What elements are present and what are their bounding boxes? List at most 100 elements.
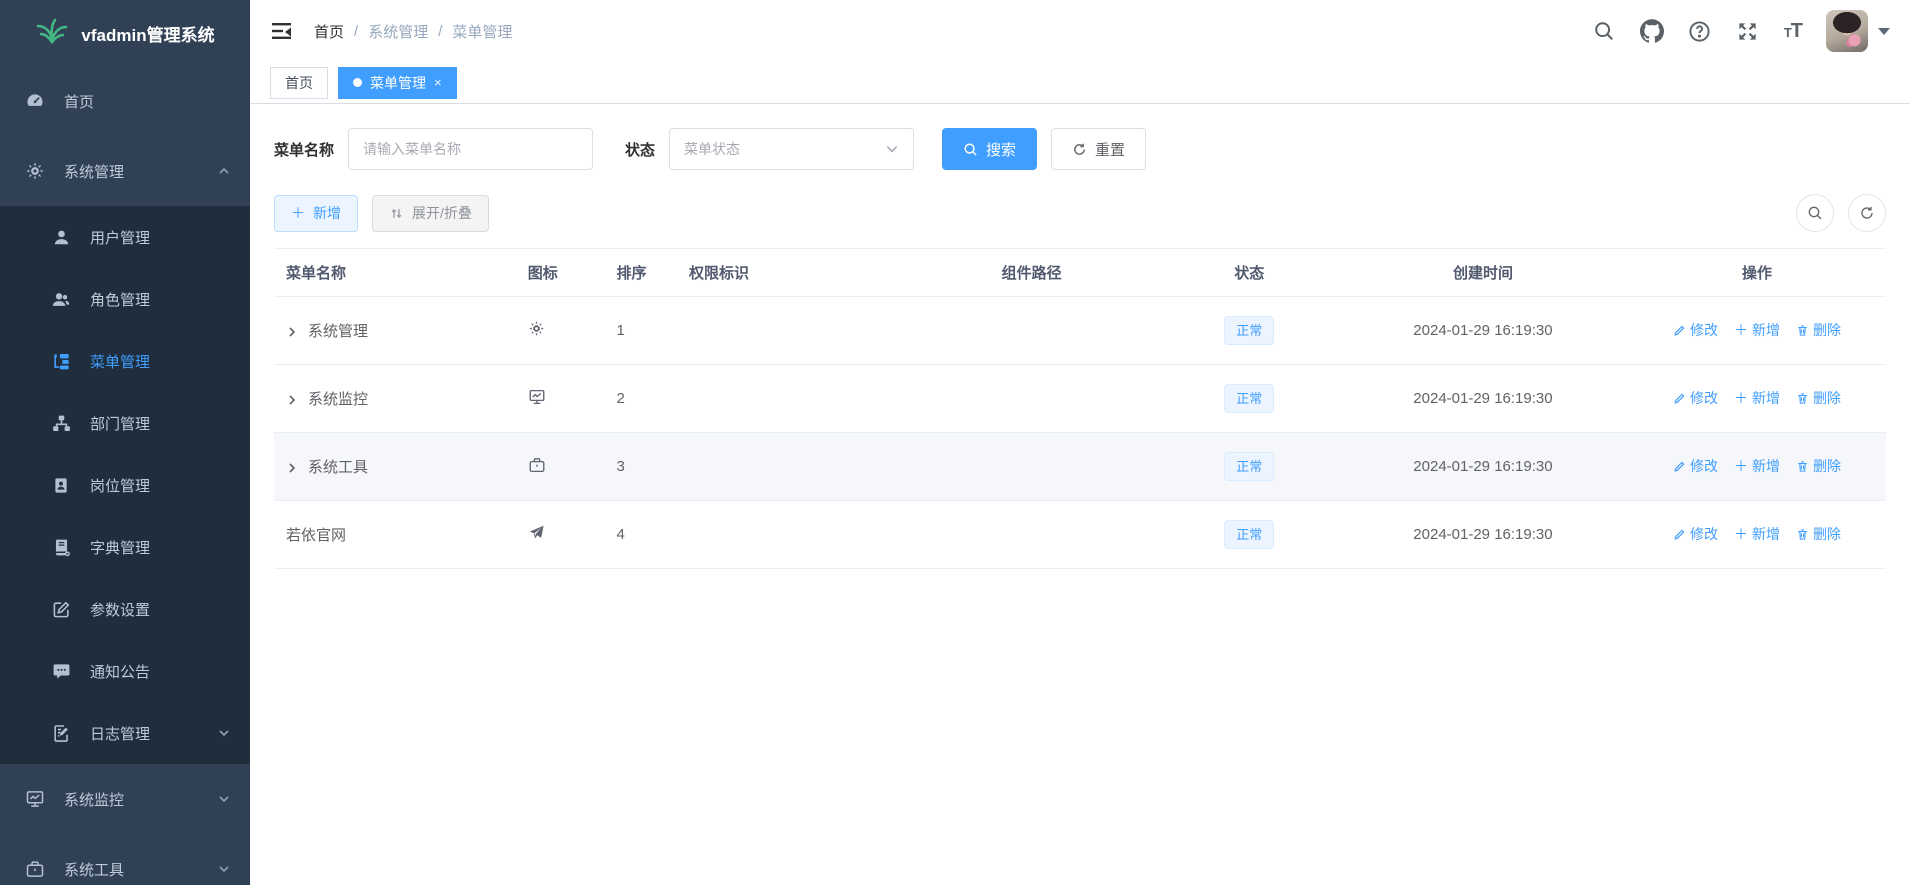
sidebar-item-label: 系统工具: [64, 859, 124, 880]
sidebar: vfadmin管理系统 首页: [0, 0, 250, 885]
expand-row-icon[interactable]: [286, 393, 298, 405]
sidebar-item-system[interactable]: 系统管理: [0, 136, 250, 206]
sidebar-item-depts[interactable]: 部门管理: [0, 392, 250, 454]
fullscreen-icon[interactable]: [1736, 19, 1760, 43]
plus-icon: ＋: [1734, 456, 1748, 476]
toolbar-right: [1796, 194, 1886, 232]
search-button[interactable]: 搜索: [942, 128, 1037, 170]
help-icon[interactable]: [1688, 19, 1712, 43]
sidebar-item-config[interactable]: 参数设置: [0, 578, 250, 640]
expand-collapse-label: 展开/折叠: [412, 203, 472, 223]
menu-component: [903, 297, 1161, 365]
refresh-icon[interactable]: [1848, 194, 1886, 232]
sidebar-item-users[interactable]: 用户管理: [0, 206, 250, 268]
sidebar-item-roles[interactable]: 角色管理: [0, 268, 250, 330]
created-time: 2024-01-29 16:19:30: [1338, 433, 1628, 501]
plus-icon: ＋: [1734, 524, 1748, 544]
menu-perms: [677, 365, 903, 433]
table-row: 系统工具 3 正常 2024-01-29 16:19:30 修改 ＋新增 删除: [274, 433, 1886, 501]
search-icon[interactable]: [1592, 19, 1616, 43]
font-size-icon[interactable]: TT: [1784, 20, 1802, 43]
status-badge: 正常: [1224, 452, 1274, 481]
plus-icon: ＋: [1734, 320, 1748, 340]
menu-name-label: 菜单名称: [274, 139, 334, 160]
sidebar-item-dicts[interactable]: 字典管理: [0, 516, 250, 578]
breadcrumb-current: 菜单管理: [452, 21, 512, 42]
menu-name: 系统监控: [308, 388, 368, 409]
reset-button[interactable]: 重置: [1051, 128, 1146, 170]
sidebar-item-label: 用户管理: [90, 227, 150, 248]
monitor-icon: [24, 788, 46, 810]
breadcrumb-system[interactable]: 系统管理: [368, 21, 428, 42]
sidebar-item-label: 部门管理: [90, 413, 150, 434]
sidebar-item-monitor[interactable]: 系统监控: [0, 764, 250, 834]
expand-row-icon[interactable]: [286, 325, 298, 337]
sidebar-item-label: 角色管理: [90, 289, 150, 310]
dashboard-icon: [24, 90, 46, 112]
page-content: 菜单名称 状态 菜单状态 搜索 重置: [250, 104, 1910, 885]
edit-link[interactable]: 修改: [1673, 524, 1718, 544]
col-status: 状态: [1161, 249, 1338, 297]
created-time: 2024-01-29 16:19:30: [1338, 365, 1628, 433]
edit-link[interactable]: 修改: [1673, 320, 1718, 340]
plus-icon: ＋: [291, 203, 305, 223]
sidebar-item-tools[interactable]: 系统工具: [0, 834, 250, 885]
delete-link[interactable]: 删除: [1796, 320, 1841, 340]
sidebar-item-label: 系统监控: [64, 789, 124, 810]
col-menu-name: 菜单名称: [274, 249, 516, 297]
chevron-down-icon: [218, 793, 230, 805]
status-select-placeholder: 菜单状态: [684, 139, 740, 159]
tab-label: 首页: [285, 73, 313, 93]
chevron-up-icon: [218, 165, 230, 177]
menu-name: 若依官网: [286, 524, 346, 545]
app-logo[interactable]: vfadmin管理系统: [0, 0, 250, 66]
status-label: 状态: [625, 139, 655, 160]
github-icon[interactable]: [1640, 19, 1664, 43]
breadcrumb-home[interactable]: 首页: [314, 21, 344, 42]
show-search-toggle-icon[interactable]: [1796, 194, 1834, 232]
edit-link[interactable]: 修改: [1673, 456, 1718, 476]
sidebar-menu: 首页 系统管理 用户管理: [0, 66, 250, 885]
col-created: 创建时间: [1338, 249, 1628, 297]
sidebar-item-home[interactable]: 首页: [0, 66, 250, 136]
toolbox-icon: [528, 456, 546, 474]
delete-link[interactable]: 删除: [1796, 388, 1841, 408]
edit-link[interactable]: 修改: [1673, 388, 1718, 408]
menu-name-input[interactable]: [348, 128, 593, 170]
add-button[interactable]: ＋ 新增: [274, 195, 358, 232]
sidebar-item-menus[interactable]: 菜单管理: [0, 330, 250, 392]
status-badge: 正常: [1224, 520, 1274, 549]
menu-perms: [677, 501, 903, 569]
menu-table: 菜单名称 图标 排序 权限标识 组件路径 状态 创建时间 操作: [274, 248, 1886, 569]
sidebar-item-label: 字典管理: [90, 537, 150, 558]
expand-collapse-button[interactable]: 展开/折叠: [372, 195, 489, 232]
user-menu[interactable]: [1826, 10, 1890, 52]
delete-link[interactable]: 删除: [1796, 456, 1841, 476]
col-icon: 图标: [516, 249, 605, 297]
sidebar-item-label: 岗位管理: [90, 475, 150, 496]
app-root: vfadmin管理系统 首页: [0, 0, 1910, 885]
sidebar-item-logs[interactable]: 日志管理: [0, 702, 250, 764]
sidebar-item-label: 参数设置: [90, 599, 150, 620]
sidebar-fold-icon[interactable]: [270, 18, 296, 44]
tab-home[interactable]: 首页: [270, 67, 328, 99]
status-select[interactable]: 菜单状态: [669, 128, 914, 170]
add-child-link[interactable]: ＋新增: [1734, 524, 1780, 544]
tab-close-icon[interactable]: ×: [434, 75, 442, 90]
chevron-down-icon: [218, 727, 230, 739]
expand-row-icon[interactable]: [286, 461, 298, 473]
sidebar-item-posts[interactable]: 岗位管理: [0, 454, 250, 516]
chat-bubble-icon: [50, 660, 72, 682]
add-child-link[interactable]: ＋新增: [1734, 456, 1780, 476]
menu-perms: [677, 433, 903, 501]
add-child-link[interactable]: ＋新增: [1734, 320, 1780, 340]
sidebar-item-notices[interactable]: 通知公告: [0, 640, 250, 702]
tab-label: 菜单管理: [370, 73, 426, 93]
tab-menu-management[interactable]: 菜单管理 ×: [338, 67, 457, 99]
main-area: 首页 / 系统管理 / 菜单管理 TT: [250, 0, 1910, 885]
delete-link[interactable]: 删除: [1796, 524, 1841, 544]
avatar[interactable]: [1826, 10, 1868, 52]
col-perms: 权限标识: [677, 249, 903, 297]
created-time: 2024-01-29 16:19:30: [1338, 297, 1628, 365]
add-child-link[interactable]: ＋新增: [1734, 388, 1780, 408]
